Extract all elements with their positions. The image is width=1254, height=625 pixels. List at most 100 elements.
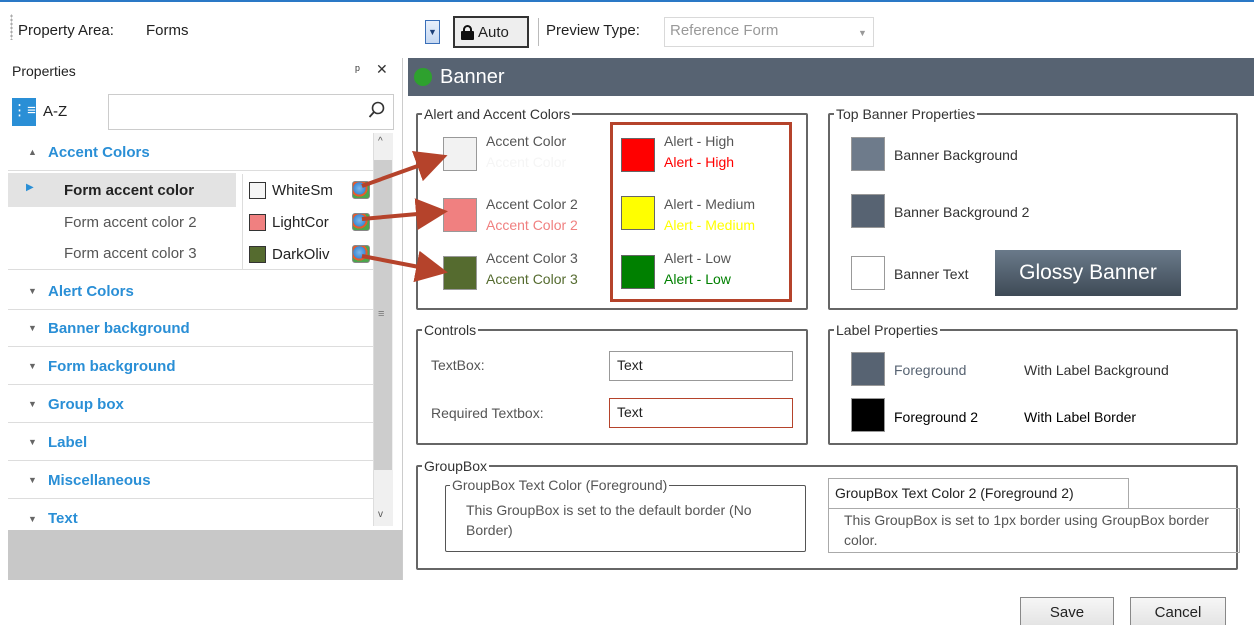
scrollbar-grip-icon: ≡: [378, 308, 385, 320]
category-label: Accent Colors: [48, 143, 150, 161]
accent-label: Accent Color: [486, 133, 567, 149]
category-form-background[interactable]: ▼ Form background: [8, 348, 373, 385]
accent-sample: Accent Color: [486, 154, 567, 170]
label-properties-groupbox: Label Properties: [828, 322, 1238, 445]
property-row[interactable]: ▶ Form accent color WhiteSm: [8, 174, 373, 206]
tab-groupbox-foreground-2[interactable]: GroupBox Text Color 2 (Foreground 2): [828, 478, 1129, 508]
property-name: Form accent color 3: [64, 245, 197, 262]
category-label: Alert Colors: [48, 282, 134, 300]
color-swatch: [249, 245, 266, 263]
color-swatch: [249, 213, 266, 231]
textbox-input[interactable]: Text: [609, 351, 793, 381]
chevron-down-icon: ▼: [858, 28, 867, 38]
groupbox-legend: Top Banner Properties: [836, 106, 976, 122]
alert-low-swatch: [621, 255, 655, 289]
alphabetical-sort-button[interactable]: A-Z: [43, 103, 67, 120]
color-name: DarkOliv: [272, 245, 330, 263]
accent-sample: Accent Color 2: [486, 217, 578, 233]
with-label-background: With Label Background: [1024, 362, 1169, 378]
toolbar-separator: [538, 18, 539, 46]
properties-description-area: [8, 530, 402, 580]
close-icon[interactable]: ✕: [376, 61, 388, 78]
required-textbox-label: Required Textbox:: [431, 405, 544, 421]
accent-sample: Accent Color 3: [486, 271, 578, 287]
category-label: Form background: [48, 357, 176, 375]
auto-button[interactable]: Auto: [453, 16, 529, 48]
expand-icon: ▼: [28, 475, 37, 485]
category-banner-background[interactable]: ▼ Banner background: [8, 310, 373, 347]
groupbox-legend: GroupBox: [424, 458, 488, 474]
glossy-banner-sample: Glossy Banner: [995, 250, 1181, 296]
alert-sample: Alert - Low: [664, 271, 731, 287]
category-group-box[interactable]: ▼ Group box: [8, 386, 373, 423]
color-name: LightCor: [272, 213, 329, 231]
property-name: Form accent color: [64, 181, 195, 199]
color-picker-icon[interactable]: [352, 244, 370, 263]
color-name: WhiteSm: [272, 181, 333, 199]
foreground-swatch: [851, 352, 885, 386]
category-label: Miscellaneous: [48, 471, 151, 489]
banner-background-2-label: Banner Background 2: [894, 204, 1030, 220]
required-textbox-input[interactable]: Text: [609, 398, 793, 428]
alert-high-swatch: [621, 138, 655, 172]
preview-type-select[interactable]: Reference Form: [664, 17, 874, 47]
category-miscellaneous[interactable]: ▼ Miscellaneous: [8, 462, 373, 499]
accent-color-2-swatch: [443, 198, 477, 232]
color-picker-icon[interactable]: [352, 181, 370, 199]
inner-groupbox-legend: GroupBox Text Color (Foreground): [452, 477, 668, 493]
banner-header: Banner: [408, 58, 1254, 96]
scroll-down-icon[interactable]: v: [378, 509, 383, 520]
tab-groupbox-text: This GroupBox is set to 1px border using…: [844, 512, 1209, 548]
property-area-dropdown-button[interactable]: ▼: [425, 20, 440, 44]
inner-groupbox-text: This GroupBox is set to the default bord…: [466, 502, 752, 538]
banner-title: Banner: [440, 65, 505, 88]
banner-text-swatch: [851, 256, 885, 290]
categorized-sort-button[interactable]: ⋮≡: [12, 98, 36, 126]
category-label: Group box: [48, 395, 124, 413]
category-label: Text: [48, 510, 78, 527]
alert-label: Alert - Medium: [664, 196, 756, 212]
toolbar-grip: [10, 14, 13, 40]
alert-label: Alert - Low: [664, 250, 731, 266]
property-row[interactable]: Form accent color 2 LightCor: [8, 206, 373, 238]
accent-color-swatch: [443, 137, 477, 171]
status-dot-icon: [414, 68, 432, 86]
property-area-label: Property Area:: [18, 22, 114, 39]
accent-label: Accent Color 2: [486, 196, 578, 212]
expand-icon: ▼: [28, 399, 37, 409]
expand-icon: ▼: [28, 286, 37, 296]
category-accent-colors[interactable]: ▲ Accent Colors: [8, 134, 373, 171]
auto-label: Auto: [478, 23, 509, 41]
scroll-up-icon[interactable]: ^: [378, 136, 383, 147]
property-row[interactable]: Form accent color 3 DarkOliv: [8, 238, 373, 270]
search-icon: [368, 101, 385, 118]
banner-background-2-swatch: [851, 194, 885, 228]
expand-icon: ▼: [28, 437, 37, 447]
pin-icon[interactable]: ᵖ: [355, 62, 360, 77]
properties-title: Properties: [12, 63, 76, 79]
cancel-button[interactable]: Cancel: [1130, 597, 1226, 625]
property-name: Form accent color 2: [64, 213, 197, 231]
accent-color-3-swatch: [443, 256, 477, 290]
foreground-label: Foreground: [894, 362, 967, 378]
category-alert-colors[interactable]: ▼ Alert Colors: [8, 273, 373, 310]
expand-icon: ▼: [28, 323, 37, 333]
expand-icon: ▼: [28, 361, 37, 371]
expand-icon: ▼: [28, 513, 37, 524]
color-picker-icon[interactable]: [352, 213, 370, 231]
alert-medium-swatch: [621, 196, 655, 230]
save-button[interactable]: Save: [1020, 597, 1114, 625]
property-area-value[interactable]: Forms: [146, 22, 189, 39]
category-label[interactable]: ▼ Label: [8, 424, 373, 461]
groupbox-legend: Controls: [424, 322, 477, 338]
banner-text-label: Banner Text: [894, 266, 969, 282]
preview-type-label: Preview Type:: [546, 22, 640, 39]
groupbox-legend: Alert and Accent Colors: [424, 106, 571, 122]
accent-label: Accent Color 3: [486, 250, 578, 266]
current-row-icon: ▶: [26, 182, 34, 193]
with-label-border: With Label Border: [1024, 409, 1137, 425]
properties-search-input[interactable]: [108, 94, 394, 130]
foreground-2-swatch: [851, 398, 885, 432]
textbox-label: TextBox:: [431, 357, 485, 373]
category-label: Label: [48, 433, 88, 451]
